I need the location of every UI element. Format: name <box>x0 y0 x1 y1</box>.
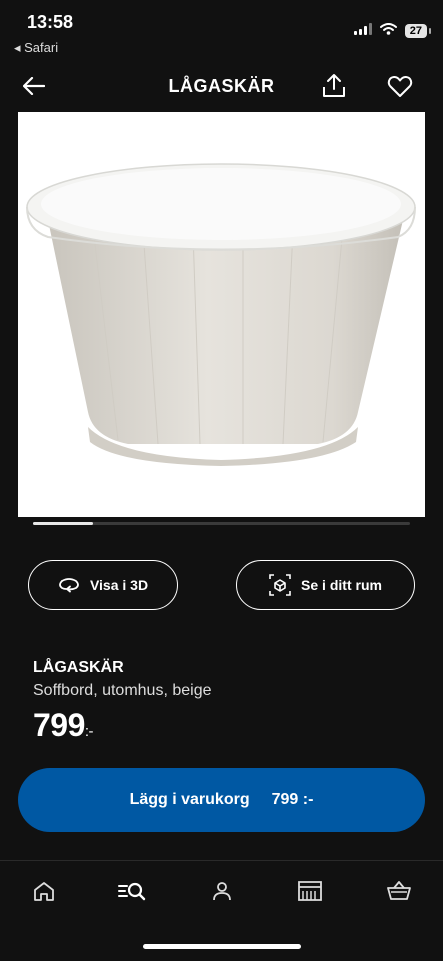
add-to-cart-label: Lägg i varukorg <box>129 791 250 808</box>
add-to-cart-button[interactable]: Lägg i varukorg 799 :- <box>18 768 425 832</box>
product-name: LÅGASKÄR <box>33 659 124 676</box>
tab-home[interactable] <box>29 879 59 903</box>
price-suffix: :- <box>84 723 94 740</box>
price-value: 799 <box>33 707 85 743</box>
tab-profile[interactable] <box>207 879 237 903</box>
view-in-3d-button[interactable]: Visa i 3D <box>28 560 178 610</box>
page-title: LÅGASKÄR <box>168 76 275 96</box>
image-carousel-progress <box>33 522 410 525</box>
favorite-button[interactable] <box>386 72 414 100</box>
signal-icon <box>353 22 372 40</box>
tab-search[interactable] <box>117 879 147 903</box>
status-icons: 27 <box>353 22 432 40</box>
share-icon <box>323 74 345 97</box>
product-price: 799:- <box>33 707 94 744</box>
battery-icon: 27 <box>404 24 432 38</box>
wifi-icon <box>379 22 397 40</box>
tab-basket[interactable] <box>384 879 414 903</box>
back-to-safari-link[interactable]: ◂ Safari <box>14 40 58 56</box>
navigation-bar: LÅGASKÄR <box>0 60 443 112</box>
coffee-table-image <box>26 163 416 466</box>
product-description: Soffbord, utomhus, beige <box>33 682 212 699</box>
ar-cube-icon <box>269 574 291 596</box>
add-to-cart-price: 799 :- <box>271 791 314 808</box>
store-icon <box>298 881 322 901</box>
search-icon <box>118 882 146 901</box>
view-in-room-button[interactable]: Se i ditt rum <box>236 560 415 610</box>
home-icon <box>34 882 54 901</box>
status-time: 13:58 <box>27 12 74 32</box>
basket-icon <box>387 881 411 900</box>
share-button[interactable] <box>320 72 348 100</box>
view-in-room-label: Se i ditt rum <box>301 577 382 593</box>
profile-icon <box>213 882 231 901</box>
rotate-3d-icon <box>59 578 79 593</box>
product-image[interactable] <box>18 112 425 517</box>
tab-stores[interactable] <box>295 879 325 903</box>
home-indicator <box>143 944 301 949</box>
status-bar: 13:58 ◂ Safari 27 <box>0 0 443 60</box>
view-in-3d-label: Visa i 3D <box>89 577 149 593</box>
carousel-progress-fill <box>33 522 94 525</box>
heart-icon <box>387 75 413 97</box>
